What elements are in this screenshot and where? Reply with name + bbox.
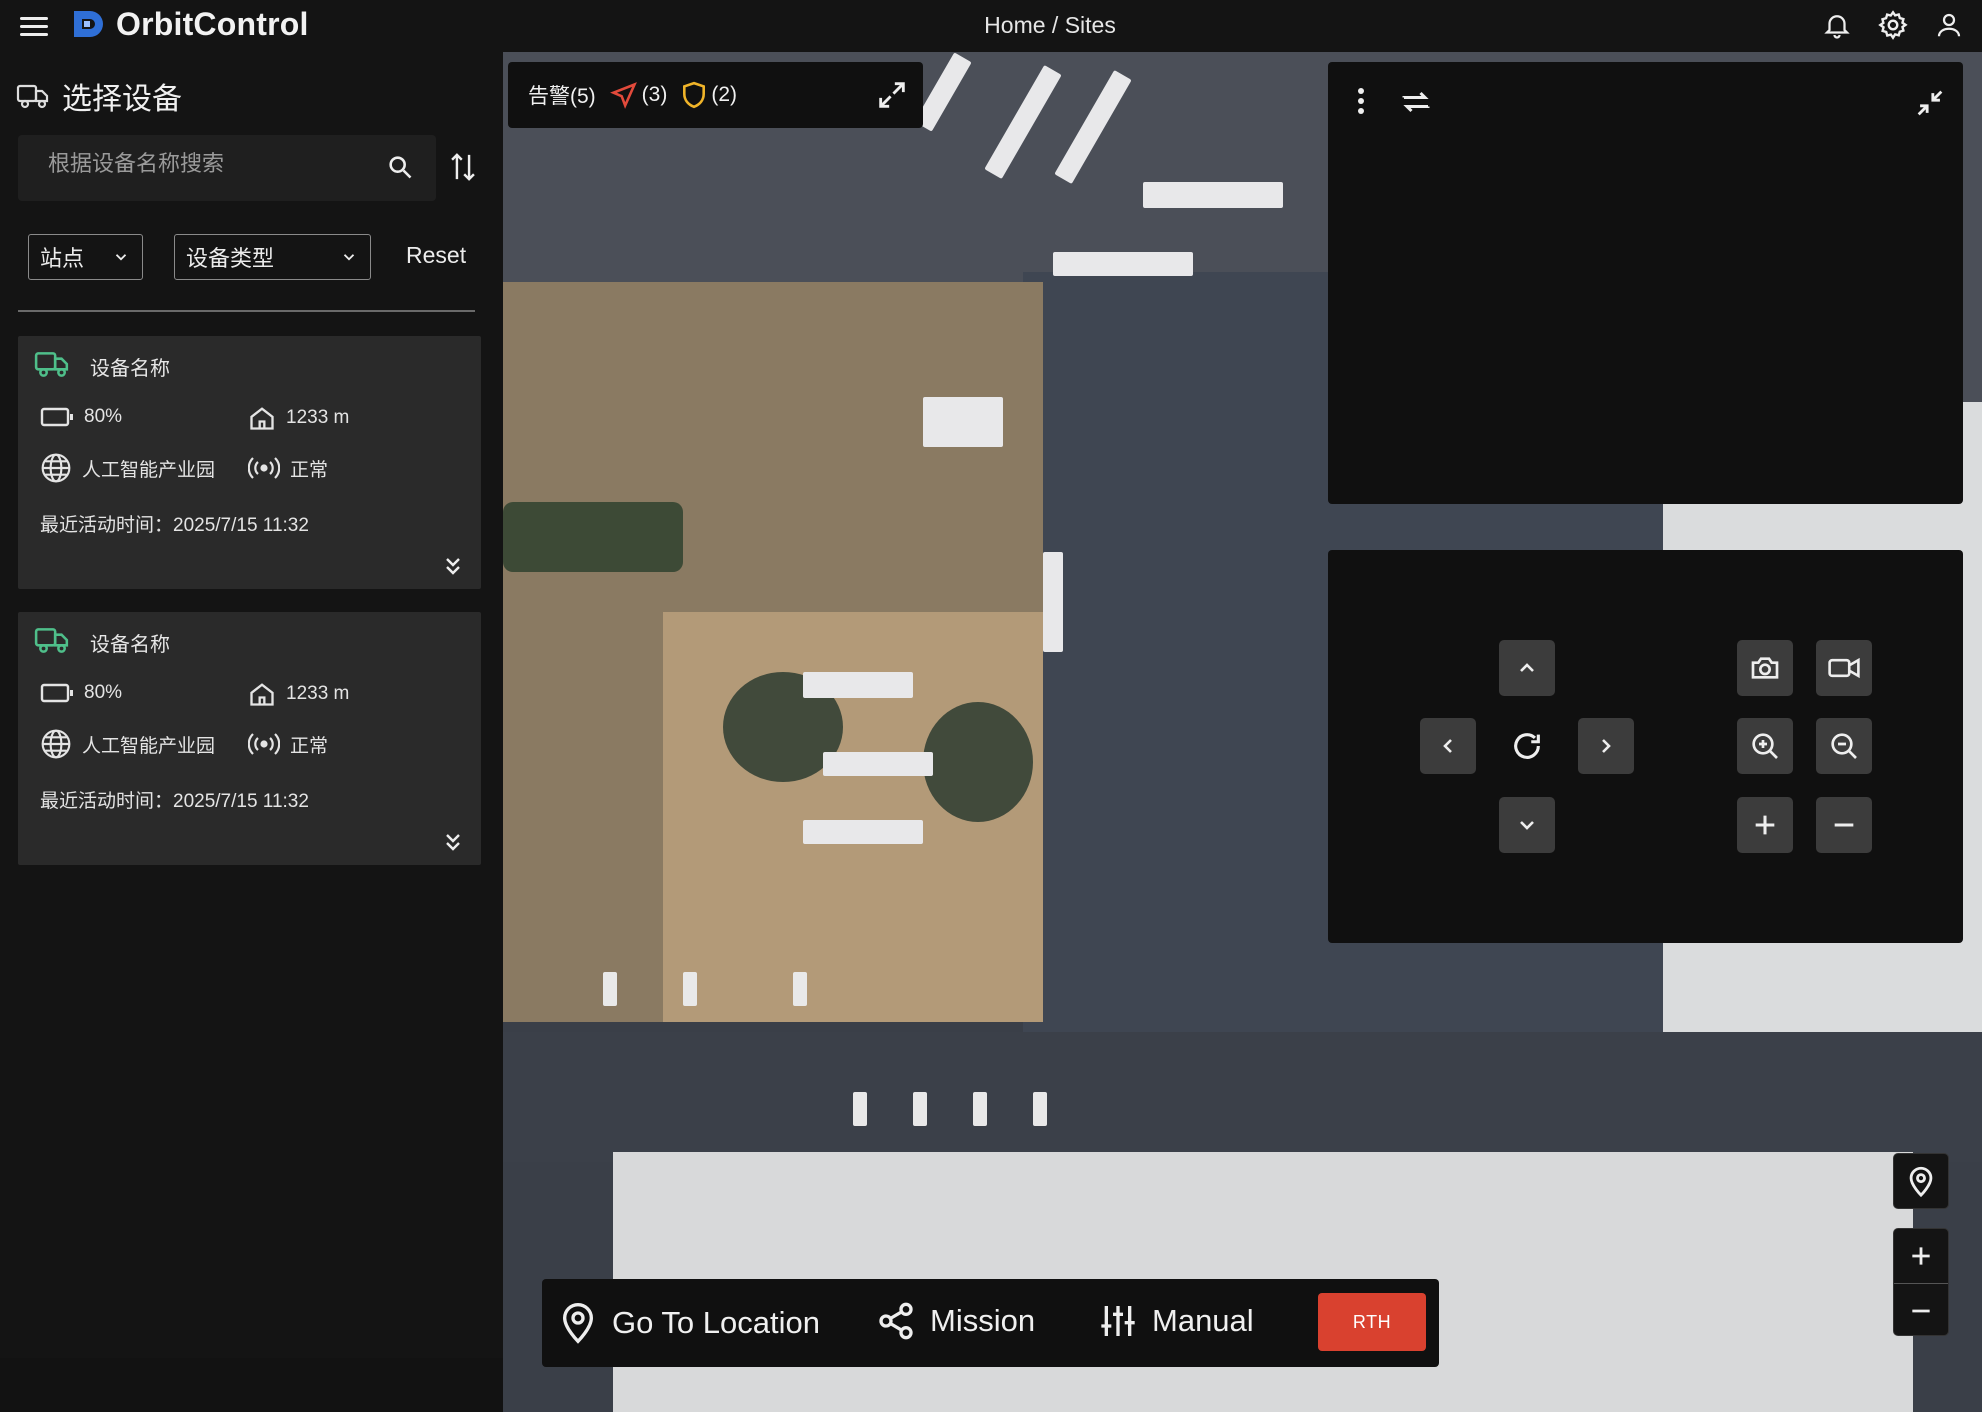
camera-icon (1751, 657, 1779, 679)
double-chevron-down-icon[interactable] (441, 554, 465, 578)
go-to-location-button[interactable]: Go To Location (558, 1301, 820, 1345)
reset-button[interactable]: Reset (406, 242, 466, 269)
site-filter[interactable]: 站点 (28, 234, 143, 280)
alerts-label[interactable]: 告警(5) (528, 80, 596, 110)
site-name: 人工智能产业园 (82, 735, 216, 757)
sliders-icon (1101, 1306, 1135, 1336)
user-icon[interactable] (1930, 6, 1968, 44)
chevron-up-icon (1520, 663, 1534, 672)
signal-status: 正常 (290, 735, 329, 757)
shield-icon (683, 81, 706, 109)
pan-down-button[interactable] (1499, 797, 1555, 853)
zoom-out-camera-button[interactable] (1816, 718, 1872, 774)
search-input[interactable] (48, 151, 368, 177)
truck-icon (34, 628, 69, 653)
pan-left-button[interactable] (1420, 718, 1476, 774)
divider (18, 310, 475, 312)
signal-icon (248, 457, 280, 479)
increase-button[interactable] (1737, 797, 1793, 853)
minus-icon (1834, 823, 1854, 827)
globe-icon (41, 729, 71, 759)
top-bar: OrbitControl Home / Sites (0, 0, 1982, 52)
share-nodes-icon (879, 1302, 913, 1340)
last-active: 最近活动时间：2025/7/15 11:32 (40, 791, 309, 812)
map-pin-icon (562, 1303, 594, 1344)
device-card[interactable]: 设备名称 80% 1233 m 人工智能产业园 正常 最近活动时间：2025/7… (18, 336, 481, 589)
chevron-right-icon (1602, 739, 1611, 753)
map-zoom-control (1893, 1228, 1949, 1336)
home-icon (250, 407, 274, 430)
signal-icon (248, 733, 280, 755)
rth-button[interactable]: RTH (1318, 1293, 1426, 1351)
pan-up-button[interactable] (1499, 640, 1555, 696)
breadcrumb[interactable]: Home / Sites (0, 12, 1982, 39)
site-name: 人工智能产业园 (82, 459, 216, 481)
home-icon (250, 683, 274, 706)
device-card[interactable]: 设备名称 80% 1233 m 人工智能产业园 正常 最近活动时间：2025/7… (18, 612, 481, 865)
globe-icon (41, 453, 71, 483)
map-zoom-out-button[interactable] (1894, 1284, 1948, 1338)
video-camera-icon (1828, 657, 1860, 679)
gimbal-control-panel (1328, 550, 1963, 943)
decrease-button[interactable] (1816, 797, 1872, 853)
map-pin-icon (1909, 1166, 1933, 1198)
signal-status: 正常 (290, 459, 329, 481)
photo-button[interactable] (1737, 640, 1793, 696)
flight-mode-bar: Go To Location Mission Manual RTH (542, 1279, 1439, 1367)
locate-button[interactable] (1893, 1153, 1949, 1209)
more-vertical-icon[interactable] (1356, 86, 1366, 116)
refresh-icon (1514, 733, 1540, 759)
chevron-left-icon (1443, 739, 1452, 753)
device-type-filter[interactable]: 设备类型 (174, 234, 371, 280)
battery-level: 80% (84, 682, 123, 703)
navigation-icon (609, 82, 637, 109)
zoom-in-icon (1752, 733, 1778, 759)
nav-alerts[interactable]: (3) (609, 81, 667, 109)
plus-icon (1912, 1247, 1930, 1265)
truck-icon (34, 352, 69, 377)
chevron-down-icon (343, 254, 355, 261)
fullscreen-icon[interactable] (875, 78, 909, 112)
collapse-icon[interactable] (1913, 86, 1947, 120)
alerts-bar: 告警(5) (3) (2) (508, 62, 923, 128)
double-chevron-down-icon[interactable] (441, 830, 465, 854)
zoom-in-camera-button[interactable] (1737, 718, 1793, 774)
reset-gimbal-button[interactable] (1499, 718, 1555, 774)
swap-icon[interactable] (1398, 84, 1434, 120)
chevron-down-icon (1520, 821, 1534, 830)
minus-icon (1912, 1309, 1930, 1313)
pan-right-button[interactable] (1578, 718, 1634, 774)
zoom-out-icon (1831, 733, 1857, 759)
device-name: 设备名称 (90, 358, 170, 380)
map-zoom-in-button[interactable] (1894, 1229, 1948, 1283)
manual-button[interactable]: Manual (1098, 1301, 1254, 1341)
bell-icon[interactable] (1818, 6, 1856, 44)
sidebar-title: 选择设备 (16, 74, 182, 118)
battery-icon (40, 683, 73, 703)
video-panel (1328, 62, 1963, 504)
mission-button[interactable]: Mission (876, 1301, 1035, 1341)
device-name: 设备名称 (90, 634, 170, 656)
altitude: 1233 m (286, 407, 350, 428)
record-button[interactable] (1816, 640, 1872, 696)
sort-icon[interactable] (448, 150, 478, 184)
altitude: 1233 m (286, 683, 350, 704)
plus-icon (1755, 815, 1775, 835)
search-icon[interactable] (386, 153, 414, 181)
battery-level: 80% (84, 406, 123, 427)
device-sidebar: 选择设备 站点 设备类型 Reset 设备名称 80% 1233 m 人工智能产… (0, 52, 503, 1358)
truck-icon (16, 84, 49, 109)
last-active: 最近活动时间：2025/7/15 11:32 (40, 515, 309, 536)
gear-icon[interactable] (1874, 6, 1912, 44)
battery-icon (40, 407, 73, 427)
search-box (18, 135, 436, 201)
chevron-down-icon (115, 254, 127, 261)
shield-alerts[interactable]: (2) (681, 81, 737, 109)
